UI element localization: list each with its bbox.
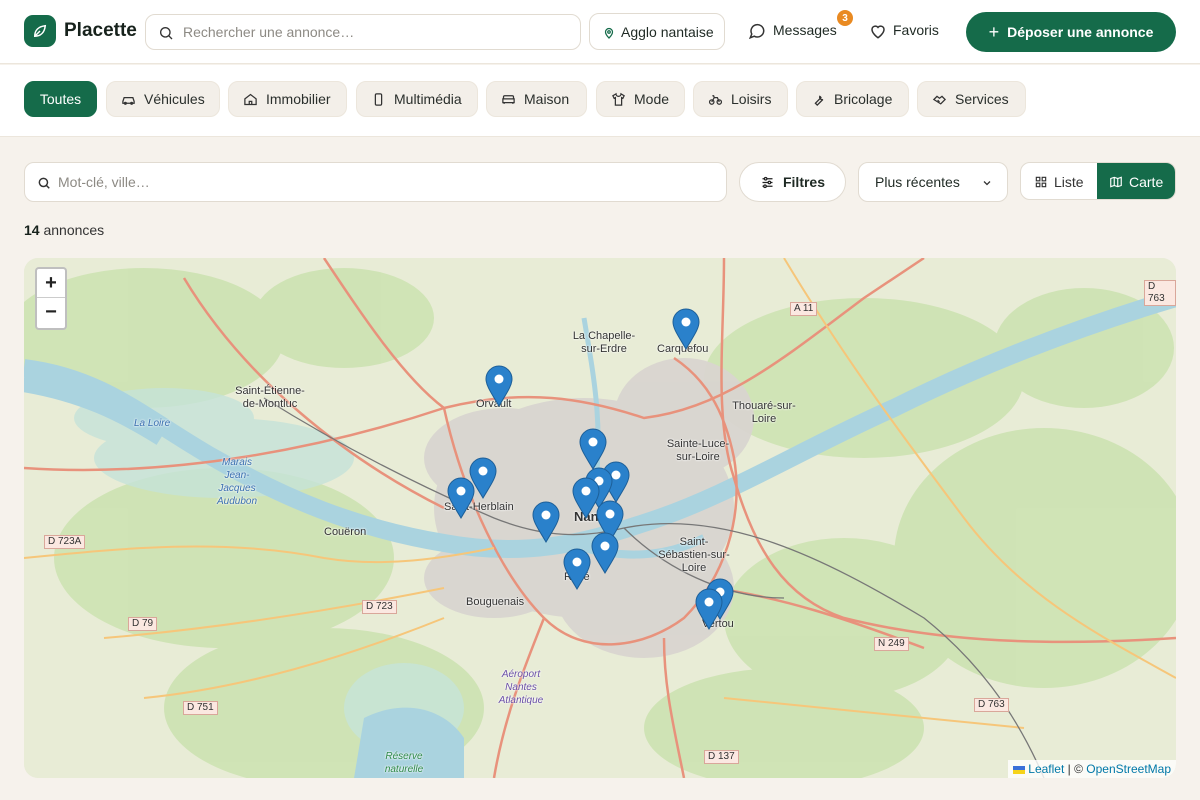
view-list-label: Liste	[1054, 174, 1084, 190]
place-label: Aéroport Nantes Atlantique	[498, 669, 544, 706]
place-label: Orvault	[476, 398, 512, 410]
category-chip-toutes[interactable]: Toutes	[24, 81, 97, 117]
place-label: Carquefou	[657, 343, 709, 355]
post-ad-label: Déposer une annonce	[1007, 24, 1154, 40]
chip-label: Services	[955, 91, 1009, 107]
chip-label: Toutes	[39, 91, 82, 107]
logo-leaf-icon[interactable]	[24, 15, 56, 47]
search-placeholder: Rechercher une annonce…	[183, 24, 355, 40]
osm-link[interactable]: OpenStreetMap	[1086, 762, 1171, 776]
place-label: Bouguenais	[466, 596, 525, 608]
search-input[interactable]: Rechercher une annonce…	[145, 14, 581, 50]
place-label: Sainte-Luce-sur-Loire	[666, 438, 730, 463]
place-label: Marais Jean-Jacques Audubon	[216, 457, 258, 507]
chip-label: Bricolage	[834, 91, 893, 107]
filters-button[interactable]: Filtres	[739, 162, 846, 202]
plus-icon: +	[988, 21, 1000, 42]
map-icon	[1110, 176, 1122, 188]
category-chip-multimedia[interactable]: Multimédia	[356, 81, 478, 117]
wrench-icon	[814, 95, 824, 106]
category-bar: Toutes Véhicules Immobilier Multimédia M…	[0, 65, 1200, 137]
messages-label: Messages	[773, 22, 837, 38]
location-selector[interactable]: Agglo nantaise	[589, 13, 725, 50]
place-label: Couëron	[324, 526, 367, 538]
keyword-placeholder: Mot-clé, ville…	[58, 174, 150, 190]
map-view[interactable]: Saint-Étienne-de-Montluc La Chapelle-sur…	[24, 258, 1176, 778]
road-label: N 249	[874, 637, 909, 651]
grid-icon	[1035, 176, 1047, 188]
place-label: Réserve naturelle	[384, 751, 424, 775]
bike-icon	[708, 94, 723, 105]
chip-label: Loisirs	[731, 91, 772, 107]
category-chip-vehicules[interactable]: Véhicules	[106, 81, 220, 117]
category-chip-bricolage[interactable]: Bricolage	[796, 81, 909, 117]
top-bar: Placette Rechercher une annonce… Agglo n…	[0, 0, 1200, 64]
ukraine-flag-icon	[1012, 765, 1025, 774]
home-icon	[244, 93, 257, 105]
view-map-label: Carte	[1129, 174, 1164, 190]
shirt-icon	[612, 92, 625, 106]
place-label: Nantes	[574, 509, 618, 524]
results-count: 14 annonces	[24, 222, 104, 238]
place-label: La Chapelle-sur-Erdre	[572, 330, 636, 355]
attribution-separator: | ©	[1064, 762, 1087, 776]
chip-label: Mode	[634, 91, 670, 107]
results-number: 14	[24, 222, 40, 238]
sofa-icon	[502, 94, 515, 104]
chip-label: Immobilier	[266, 91, 331, 107]
place-label: Saint-Herblain	[444, 501, 514, 513]
results-label: annonces	[43, 222, 105, 238]
keyword-search-input[interactable]: Mot-clé, ville…	[24, 162, 727, 202]
place-label: Rezé	[564, 571, 590, 583]
post-ad-button[interactable]: + Déposer une annonce	[966, 12, 1176, 52]
sort-select[interactable]: Plus récentes	[858, 162, 1008, 202]
sort-value: Plus récentes	[875, 174, 960, 190]
road-label: D 79	[128, 617, 158, 631]
place-label: Thouaré-sur-Loire	[732, 400, 796, 425]
zoom-in-button[interactable]: +	[37, 269, 65, 298]
road-label: D 723A	[44, 535, 86, 549]
sliders-icon	[762, 176, 773, 188]
chevron-down-icon	[983, 181, 991, 186]
view-map-button[interactable]: Carte	[1097, 163, 1175, 199]
filters-label: Filtres	[782, 174, 825, 190]
zoom-out-button[interactable]: −	[37, 298, 65, 327]
category-chip-immobilier[interactable]: Immobilier	[228, 81, 347, 117]
map-pin-icon	[604, 27, 614, 39]
search-icon	[160, 27, 173, 40]
category-chip-mode[interactable]: Mode	[596, 81, 685, 117]
road-label: A 11	[790, 302, 818, 316]
chip-label: Multimédia	[394, 91, 462, 107]
location-label: Agglo nantaise	[621, 24, 714, 40]
road-label: D 723	[362, 600, 397, 614]
road-label: D 137	[704, 750, 739, 764]
chat-bubble-icon	[748, 23, 765, 40]
favorites-label: Favoris	[893, 22, 939, 38]
category-chip-maison[interactable]: Maison	[486, 81, 587, 117]
road-label: D 751	[183, 701, 218, 715]
leaflet-link[interactable]: Leaflet	[1028, 762, 1064, 776]
place-label: Saint-Étienne-de-Montluc	[235, 385, 305, 410]
map-attribution: Leaflet | © OpenStreetMap	[1007, 760, 1176, 778]
car-icon	[122, 96, 135, 105]
place-label: Vertou	[702, 618, 734, 630]
category-chip-loisirs[interactable]: Loisirs	[693, 81, 788, 117]
place-label: Saint-Sébastien-sur-Loire	[658, 536, 730, 574]
view-toggle: Liste Carte	[1020, 162, 1176, 200]
chip-label: Véhicules	[144, 91, 205, 107]
handshake-icon	[932, 95, 947, 105]
brand-name[interactable]: Placette	[64, 20, 137, 42]
search-icon	[38, 177, 50, 189]
place-label: La Loire	[134, 418, 171, 429]
view-list-button[interactable]: Liste	[1021, 163, 1097, 199]
category-chip-services[interactable]: Services	[917, 81, 1026, 117]
messages-count-badge: 3	[837, 10, 853, 26]
phone-icon	[374, 92, 383, 106]
chip-label: Maison	[524, 91, 570, 107]
heart-icon	[871, 25, 885, 39]
zoom-control: + −	[35, 267, 67, 330]
road-label: D 763	[1144, 280, 1176, 306]
road-label: D 763	[974, 698, 1009, 712]
